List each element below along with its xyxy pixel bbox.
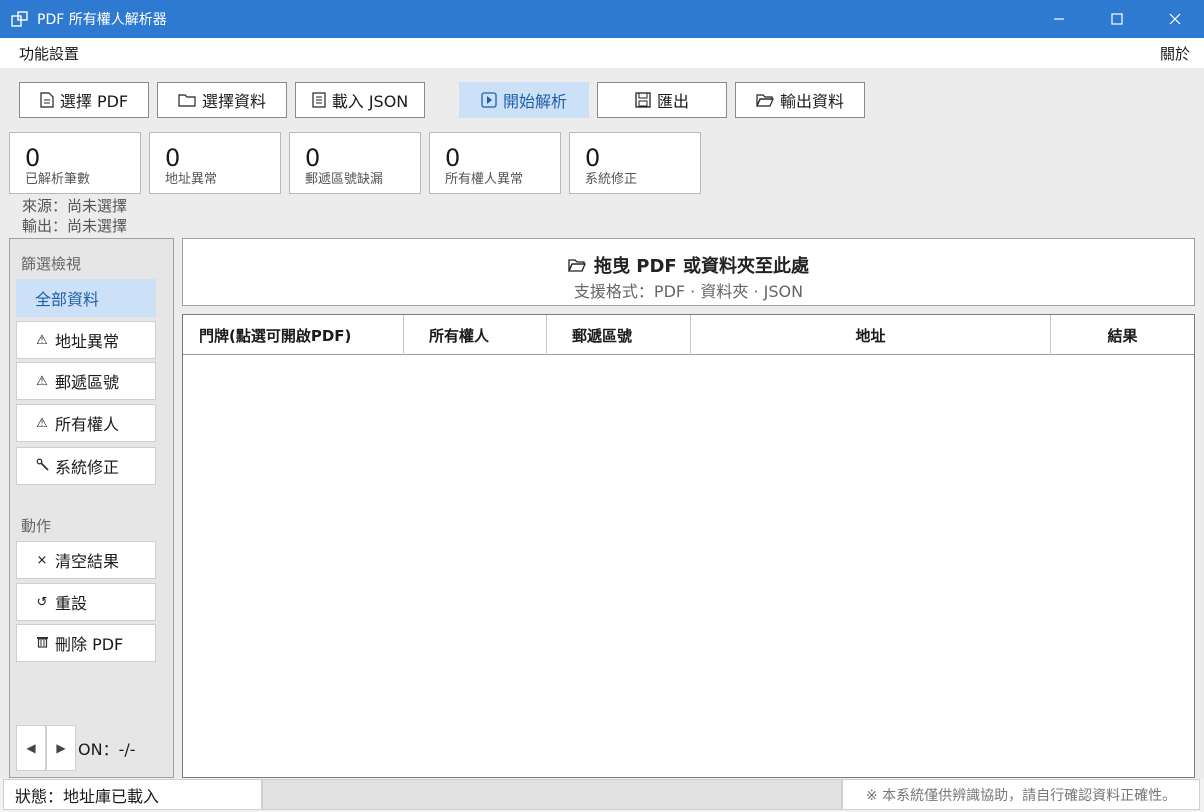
warning-icon: ⚠ xyxy=(36,373,48,389)
output-folder-label: 輸出資料 xyxy=(779,92,844,111)
filter-label: 郵遞區號 xyxy=(55,373,120,392)
maximize-icon xyxy=(1111,13,1123,25)
column-header-zip[interactable]: 郵遞區號 xyxy=(547,315,691,355)
reset-icon: ↺ xyxy=(36,594,48,610)
stat-label: 已解析筆數 xyxy=(25,172,91,187)
stat-zip-missing: 0 郵遞區號缺漏 xyxy=(289,132,421,194)
save-icon xyxy=(635,92,651,108)
close-button[interactable] xyxy=(1146,0,1204,38)
start-parse-label: 開始解析 xyxy=(502,92,567,111)
triangle-right-icon: ▶ xyxy=(56,741,66,755)
pager-text: ON：-/- xyxy=(78,740,136,759)
triangle-left-icon: ◀ xyxy=(26,741,36,755)
sidebar: 篩選檢視 全部資料 ⚠ 地址異常 ⚠ 郵遞區號 ⚠ 所有權人 系統修正 動作 ×… xyxy=(9,238,174,778)
minimize-icon xyxy=(1054,18,1064,20)
document-icon xyxy=(312,92,326,108)
app-icon xyxy=(11,10,29,28)
stat-label: 所有權人異常 xyxy=(445,172,524,187)
reset-button[interactable]: ↺ 重設 xyxy=(16,583,156,621)
clear-icon: × xyxy=(36,552,48,568)
stat-system-fix: 0 系統修正 xyxy=(569,132,701,194)
stat-parsed: 0 已解析筆數 xyxy=(9,132,141,194)
drop-zone-title: 拖曳 PDF 或資料夾至此處 xyxy=(594,256,809,277)
table-header: 門牌(點選可開啟PDF) 所有權人 郵遞區號 地址 結果 xyxy=(183,315,1194,355)
play-icon xyxy=(481,92,497,108)
menu-settings[interactable]: 功能設置 xyxy=(19,43,79,64)
output-folder-button[interactable]: 輸出資料 xyxy=(735,82,865,118)
next-page-button[interactable]: ▶ xyxy=(46,725,76,771)
export-label: 匯出 xyxy=(656,92,689,111)
open-folder-icon xyxy=(756,94,774,107)
start-parse-button[interactable]: 開始解析 xyxy=(459,82,589,118)
select-pdf-button[interactable]: 選擇 PDF xyxy=(19,82,149,118)
filter-label: 地址異常 xyxy=(55,332,120,351)
wrench-icon xyxy=(35,458,49,475)
results-table[interactable]: 門牌(點選可開啟PDF) 所有權人 郵遞區號 地址 結果 xyxy=(182,314,1195,778)
file-icon xyxy=(40,92,54,108)
action-label: 清空結果 xyxy=(55,552,120,571)
prev-page-button[interactable]: ◀ xyxy=(16,725,46,771)
stat-label: 地址異常 xyxy=(165,172,218,187)
column-header-door[interactable]: 門牌(點選可開啟PDF) xyxy=(183,315,404,355)
filter-system-fix[interactable]: 系統修正 xyxy=(16,447,156,485)
menu-bar: 功能設置 關於 xyxy=(0,38,1204,68)
minimize-button[interactable] xyxy=(1030,0,1088,38)
stat-address-anomaly: 0 地址異常 xyxy=(149,132,281,194)
title-bar: PDF 所有權人解析器 xyxy=(0,0,1204,38)
disclaimer-text: ※ 本系統僅供辨識協助，請自行確認資料正確性。 xyxy=(842,779,1200,810)
select-folder-button[interactable]: 選擇資料 xyxy=(157,82,287,118)
column-header-owner[interactable]: 所有權人 xyxy=(404,315,547,355)
filter-address-anomaly[interactable]: ⚠ 地址異常 xyxy=(16,321,156,359)
action-heading: 動作 xyxy=(21,517,52,535)
delete-pdf-button[interactable]: 刪除 PDF xyxy=(16,624,156,662)
select-pdf-label: 選擇 PDF xyxy=(59,92,129,111)
export-button[interactable]: 匯出 xyxy=(597,82,727,118)
trash-icon xyxy=(35,635,49,652)
close-icon xyxy=(1169,13,1181,25)
window-title: PDF 所有權人解析器 xyxy=(37,12,167,28)
menu-about[interactable]: 關於 xyxy=(1160,43,1190,64)
select-folder-label: 選擇資料 xyxy=(201,92,266,111)
stat-label: 系統修正 xyxy=(585,172,638,187)
warning-icon: ⚠ xyxy=(36,332,48,348)
stat-label: 郵遞區號缺漏 xyxy=(305,172,384,187)
drop-zone-subtitle: 支援格式：PDF · 資料夾 · JSON xyxy=(573,282,804,301)
filter-label: 所有權人 xyxy=(55,415,120,434)
filter-zip[interactable]: ⚠ 郵遞區號 xyxy=(16,362,156,400)
filter-label: 系統修正 xyxy=(55,458,120,477)
action-label: 重設 xyxy=(55,594,88,613)
warning-icon: ⚠ xyxy=(36,415,48,431)
maximize-button[interactable] xyxy=(1088,0,1146,38)
status-text: 狀態：地址庫已載入 xyxy=(3,779,262,810)
stat-owner-anomaly: 0 所有權人異常 xyxy=(429,132,561,194)
load-json-button[interactable]: 載入 JSON xyxy=(295,82,425,118)
filter-heading: 篩選檢視 xyxy=(21,255,82,273)
output-info: 輸出：尚未選擇 xyxy=(22,217,128,235)
filter-owner[interactable]: ⚠ 所有權人 xyxy=(16,404,156,442)
status-progress xyxy=(262,779,842,810)
filter-all[interactable]: 全部資料 xyxy=(16,279,156,317)
column-header-result[interactable]: 結果 xyxy=(1051,315,1194,355)
pager: ◀ ▶ ON：-/- xyxy=(16,725,136,771)
source-info: 來源：尚未選擇 xyxy=(22,197,128,215)
clear-results-button[interactable]: × 清空結果 xyxy=(16,541,156,579)
load-json-label: 載入 JSON xyxy=(331,92,409,111)
action-label: 刪除 PDF xyxy=(55,635,124,654)
filter-all-label: 全部資料 xyxy=(35,290,100,309)
folder-icon xyxy=(178,94,196,107)
status-bar: 狀態：地址庫已載入 ※ 本系統僅供辨識協助，請自行確認資料正確性。 xyxy=(0,778,1204,812)
drop-zone[interactable]: 拖曳 PDF 或資料夾至此處 支援格式：PDF · 資料夾 · JSON xyxy=(182,238,1195,306)
column-header-address[interactable]: 地址 xyxy=(691,315,1051,355)
open-folder-icon xyxy=(568,259,587,272)
